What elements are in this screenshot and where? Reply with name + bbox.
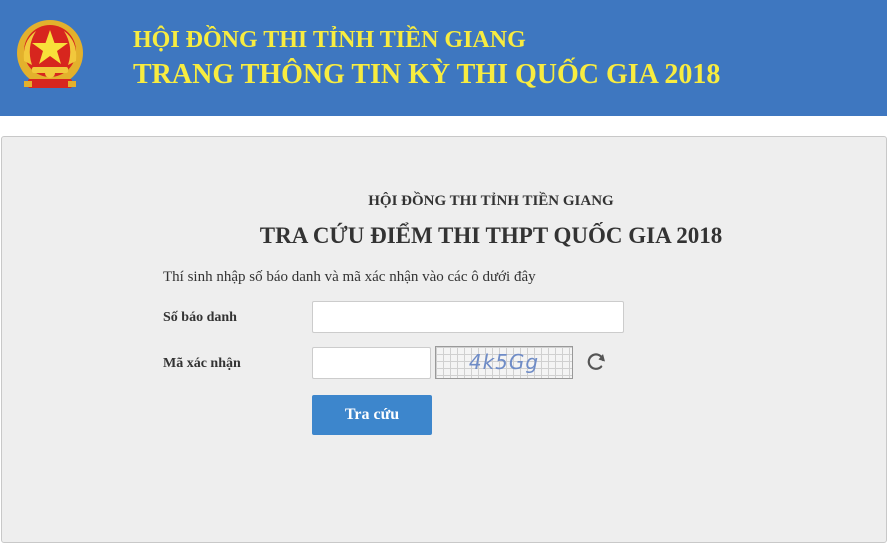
form-instructions: Thí sinh nhập số báo danh và mã xác nhận… xyxy=(163,269,536,285)
captcha-input[interactable] xyxy=(312,347,431,379)
captcha-label: Mã xác nhận xyxy=(163,356,241,371)
page-title: TRA CỨU ĐIỂM THI THPT QUỐC GIA 2018 xyxy=(259,223,723,248)
site-header: HỘI ĐỒNG THI TỈNH TIỀN GIANG TRANG THÔNG… xyxy=(0,0,887,116)
captcha-text: 4k5Gg xyxy=(468,350,540,374)
captcha-image: 4k5Gg xyxy=(435,346,573,379)
header-subtitle: TRANG THÔNG TIN KỲ THI QUỐC GIA 2018 xyxy=(133,59,721,90)
registration-number-label: Số báo danh xyxy=(163,310,237,325)
vietnam-national-emblem-icon xyxy=(17,20,83,88)
header-title: HỘI ĐỒNG THI TỈNH TIỀN GIANG xyxy=(133,27,526,53)
registration-number-input[interactable] xyxy=(312,301,624,333)
search-button[interactable]: Tra cứu xyxy=(312,395,432,435)
refresh-icon[interactable] xyxy=(584,349,608,373)
council-name: HỘI ĐỒNG THI TỈNH TIỀN GIANG xyxy=(368,193,614,209)
